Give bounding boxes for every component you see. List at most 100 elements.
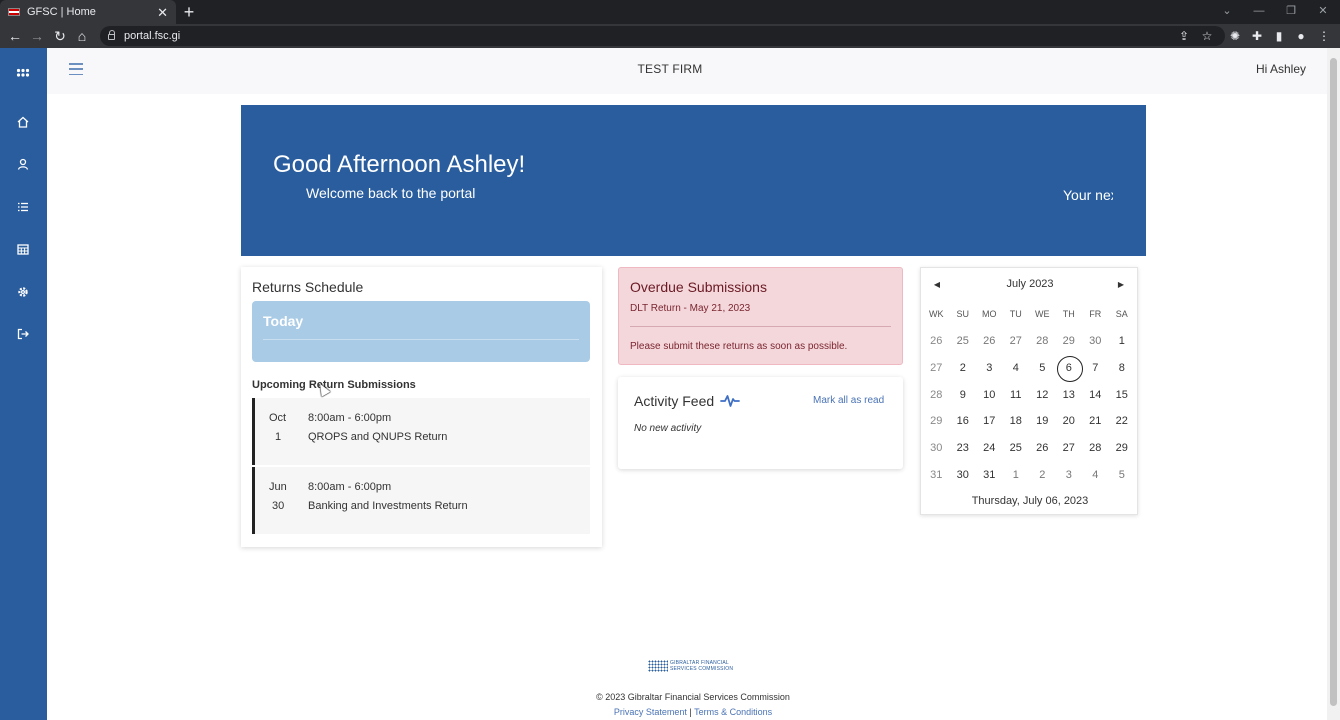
list-icon[interactable] bbox=[11, 195, 35, 219]
sidebar bbox=[0, 48, 47, 720]
calendar-day[interactable]: 22 bbox=[1109, 412, 1136, 430]
calendar-day[interactable]: 13 bbox=[1056, 386, 1083, 404]
calendar-day[interactable]: 11 bbox=[1003, 386, 1030, 404]
user-greeting[interactable]: Hi Ashley bbox=[1256, 62, 1306, 76]
calendar-week-row: 29 16 17 18 19 20 21 22 bbox=[923, 408, 1137, 435]
today-label: Today bbox=[263, 313, 304, 329]
submission-day: 1 bbox=[275, 431, 282, 443]
logout-icon[interactable] bbox=[11, 322, 35, 346]
lock-icon bbox=[108, 30, 115, 40]
calendar-day[interactable]: 21 bbox=[1082, 412, 1109, 430]
calendar-day[interactable]: 2 bbox=[950, 359, 977, 377]
calendar-day-other-month[interactable]: 28 bbox=[1029, 332, 1056, 350]
scrollbar-thumb[interactable] bbox=[1330, 58, 1337, 706]
terms-conditions-link[interactable]: Terms & Conditions bbox=[694, 707, 772, 717]
calendar-day[interactable]: 29 bbox=[1109, 439, 1136, 457]
calendar-day[interactable]: 28 bbox=[1082, 439, 1109, 457]
calendar-day-other-month[interactable]: 5 bbox=[1109, 466, 1136, 484]
forward-icon[interactable]: → bbox=[27, 24, 47, 48]
overdue-item[interactable]: DLT Return - May 21, 2023 bbox=[630, 303, 750, 314]
submission-item[interactable]: Jun 30 8:00am - 6:00pm Banking and Inves… bbox=[252, 467, 590, 534]
bookmark-star-icon[interactable]: ☆ bbox=[1199, 24, 1215, 48]
calendar-day[interactable]: 7 bbox=[1082, 359, 1109, 377]
submission-month: Jun bbox=[269, 481, 287, 493]
ticker-text: Your nex bbox=[1063, 187, 1113, 203]
calendar-day[interactable]: 1 bbox=[1109, 332, 1136, 350]
calendar-day-other-month[interactable]: 1 bbox=[1003, 466, 1030, 484]
reload-icon[interactable]: ↻ bbox=[50, 24, 70, 48]
calendar-day[interactable]: 5 bbox=[1029, 359, 1056, 377]
page-scrollbar[interactable] bbox=[1327, 48, 1340, 720]
profile-icon[interactable]: ● bbox=[1293, 24, 1309, 48]
calendar-day[interactable]: 30 bbox=[950, 466, 977, 484]
calendar-day[interactable]: 16 bbox=[950, 412, 977, 430]
calendar-day[interactable]: 18 bbox=[1003, 412, 1030, 430]
calendar-day[interactable]: 6 bbox=[1056, 356, 1083, 383]
calendar-day-other-month[interactable]: 4 bbox=[1082, 466, 1109, 484]
mark-all-read-link[interactable]: Mark all as read bbox=[813, 395, 884, 406]
submission-item[interactable]: Oct 1 8:00am - 6:00pm QROPS and QNUPS Re… bbox=[252, 398, 590, 465]
extension-icon[interactable]: ✺ bbox=[1227, 24, 1243, 48]
calendar-day-other-month[interactable]: 27 bbox=[1003, 332, 1030, 350]
gfsc-logo: GIBRALTAR FINANCIAL SERVICES COMMISSION bbox=[648, 660, 733, 672]
calendar-day[interactable]: 27 bbox=[1056, 439, 1083, 457]
today-divider bbox=[263, 339, 579, 340]
side-panel-icon[interactable]: ▮ bbox=[1271, 24, 1287, 48]
calendar-day[interactable]: 12 bbox=[1029, 386, 1056, 404]
calendar-day[interactable]: 17 bbox=[976, 412, 1003, 430]
browser-tabbar: GFSC | Home ✕ + ⌄ — ❐ ✕ bbox=[0, 0, 1340, 24]
calendar-day-other-month[interactable]: 3 bbox=[1056, 466, 1083, 484]
restore-button[interactable]: ❐ bbox=[1281, 2, 1301, 20]
calendar-day[interactable]: 10 bbox=[976, 386, 1003, 404]
privacy-statement-link[interactable]: Privacy Statement bbox=[614, 707, 687, 717]
browser-tab[interactable]: GFSC | Home ✕ bbox=[0, 0, 176, 24]
calendar-day[interactable]: 9 bbox=[950, 386, 977, 404]
weekday-label: TH bbox=[1062, 309, 1075, 319]
address-bar[interactable]: portal.fsc.gi bbox=[100, 26, 1225, 46]
pulse-icon bbox=[720, 395, 740, 407]
calendar-month-label[interactable]: July 2023 bbox=[921, 278, 1139, 290]
calendar-day-other-month[interactable]: 29 bbox=[1056, 332, 1083, 350]
calendar-day[interactable]: 25 bbox=[1003, 439, 1030, 457]
url-text: portal.fsc.gi bbox=[124, 30, 181, 42]
calendar-day[interactable]: 4 bbox=[1003, 359, 1030, 377]
calendar-day-other-month[interactable]: 2 bbox=[1029, 466, 1056, 484]
weekday-label: FR bbox=[1089, 309, 1102, 319]
tab-search-icon[interactable]: ⌄ bbox=[1217, 2, 1237, 20]
calendar-day[interactable]: 26 bbox=[1029, 439, 1056, 457]
calendar-day[interactable]: 14 bbox=[1082, 386, 1109, 404]
next-month-button[interactable]: ▶ bbox=[1115, 280, 1127, 289]
calendar-icon[interactable] bbox=[11, 237, 35, 261]
calendar-week-row: 27 2 3 4 5 6 7 8 bbox=[923, 355, 1137, 383]
calendar-day[interactable]: 23 bbox=[950, 439, 977, 457]
back-icon[interactable]: ← bbox=[5, 24, 25, 48]
calendar-day[interactable]: 19 bbox=[1029, 412, 1056, 430]
calendar-day-other-month[interactable]: 26 bbox=[976, 332, 1003, 350]
submission-time: 8:00am - 6:00pm bbox=[308, 412, 392, 424]
home-icon[interactable] bbox=[11, 110, 35, 134]
calendar-day[interactable]: 8 bbox=[1109, 359, 1136, 377]
close-window-button[interactable]: ✕ bbox=[1313, 2, 1333, 20]
puzzle-icon[interactable]: ✚ bbox=[1249, 24, 1265, 48]
welcome-banner: Good Afternoon Ashley! Welcome back to t… bbox=[241, 105, 1146, 256]
home-icon[interactable]: ⌂ bbox=[72, 24, 92, 48]
week-number: 30 bbox=[930, 442, 943, 455]
minimize-button[interactable]: — bbox=[1249, 2, 1269, 20]
share-icon[interactable]: ⇪ bbox=[1176, 24, 1192, 48]
new-tab-button[interactable]: + bbox=[181, 2, 197, 22]
calendar-day-other-month[interactable]: 30 bbox=[1082, 332, 1109, 350]
close-tab-icon[interactable]: ✕ bbox=[157, 6, 168, 19]
top-header: TEST FIRM Hi Ashley bbox=[47, 48, 1327, 94]
apps-icon[interactable] bbox=[11, 61, 35, 85]
user-icon[interactable] bbox=[11, 152, 35, 176]
calendar-day[interactable]: 15 bbox=[1109, 386, 1136, 404]
calendar-day-other-month[interactable]: 25 bbox=[950, 332, 977, 350]
calendar-day[interactable]: 31 bbox=[976, 466, 1003, 484]
calendar-day[interactable]: 20 bbox=[1056, 412, 1083, 430]
calendar-day[interactable]: 3 bbox=[976, 359, 1003, 377]
calendar-grid: WK SU MO TU WE TH FR SA 26 25 26 27 28 29 30 1 27 2 3 4 5 6 7 8… bbox=[923, 306, 1137, 488]
menu-kebab-icon[interactable]: ⋮ bbox=[1316, 24, 1332, 48]
gear-icon[interactable] bbox=[11, 280, 35, 304]
calendar-day[interactable]: 24 bbox=[976, 439, 1003, 457]
weekday-label: SA bbox=[1115, 309, 1128, 319]
